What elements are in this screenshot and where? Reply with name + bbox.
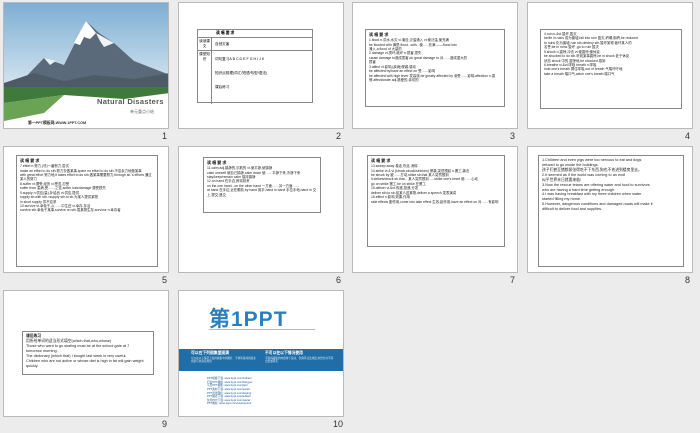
slide-number: 6 (336, 275, 342, 285)
slide-thumbnail-9[interactable]: 课后练习 用所给单词的适当形式填空(which,that,who,whose) … (3, 290, 169, 417)
presentation-subtitle: 单元重点小结 (130, 109, 154, 114)
col1-text: 可以在以下情况下使用模板中的图片、字体等素材的商业用途与非商业用途 (191, 357, 256, 364)
slide-number: 10 (333, 419, 344, 429)
slide-thumbnail-6[interactable]: 读 唱 要 求 11.calm adj.镇静的,沉着的 vt.使平静,使镇静 c… (178, 146, 344, 273)
slide-number: 2 (336, 131, 342, 141)
text-line: survive sth.幸免于某事,survive on sth.靠某物生存,s… (20, 208, 121, 213)
lesson-box: 课后练习 用所给单词的适当形式填空(which,that,who,whose) … (22, 331, 154, 375)
lesson-header: 读 唱 要 求 (371, 158, 391, 163)
row-value: 自然灾害 (215, 42, 230, 46)
lesson-box: 读 唱 要 求 13.sweep away 卷走,吹走,消除 14.strike… (367, 155, 505, 247)
footer-text: 第一PPT模板网-WWW.1PPT.COM (28, 121, 87, 125)
text-line: difficult to deliver food and supplies. (542, 207, 603, 212)
slide-number: 9 (162, 419, 168, 429)
row-value: 知识点梳理(词汇/短语/句型/语法) (215, 71, 268, 75)
slide-number: 1 (162, 131, 168, 141)
lesson-box: 1.Children and even pigs were too nervou… (538, 155, 684, 267)
slide-thumbnail-5[interactable]: 读 唱 要 求 7.effort n.努力,(尽)一番努力,尝试 make an… (3, 146, 169, 273)
lesson-header: 读 唱 要 求 (20, 158, 40, 163)
lesson-header: 读 唱 要 求 (369, 32, 389, 37)
text-line: side effects 副作用,come into take effect 生… (371, 199, 499, 204)
slide-number: 7 (510, 275, 516, 285)
lesson-table: 读 唱 要 求 读读课文 自然灾害 课堂知识 词句复习A B C D E F G… (197, 29, 313, 104)
slide-thumbnail-3[interactable]: 读 唱 要 求 1.flood n.洪水,水灾 vi.淹没,泛滥涌入 vt.使泛… (352, 2, 518, 129)
text-line: be affected with high fever 发高烧,be great… (369, 73, 496, 82)
slide-number: 5 (162, 275, 168, 285)
text-line: with great effort 努力地,it takes effort to… (20, 173, 152, 182)
logo: 第1PPT (209, 303, 319, 331)
table-header: 读 唱 要 求 (216, 31, 235, 35)
logo-text: 第1PPT (209, 308, 288, 331)
logo-underline (209, 329, 315, 330)
slide-number: 3 (510, 131, 516, 141)
col1-title: 可以在下列图集里图满 (191, 351, 229, 355)
table-row: 课堂知识 词句复习A B C D E F G H I J K 知识点梳理(词汇/… (198, 51, 312, 104)
presentation-title: Natural Disasters (97, 97, 164, 106)
slide-thumbnail-2[interactable]: 读 唱 要 求 读读课文 自然灾害 课堂知识 词句复习A B C D E F G… (178, 2, 344, 129)
slide-thumbnail-4[interactable]: 4.ruin n.&vt.毁坏,毁灭 be/lie in ruins 成为废墟,… (527, 2, 693, 129)
lesson-box: 4.ruin n.&vt.毁坏,毁灭 be/lie in ruins 成为废墟,… (540, 29, 682, 109)
text-line: take a breath 喘口气,catch one's breath 喘口气 (544, 71, 615, 76)
links-area: PPT模板下载: www.1ppt.com/moban/ 行业PPT模板: ww… (207, 377, 327, 409)
slide-thumbnail-10[interactable]: 第1PPT 可以在下列图集里图满 可以在以下情况下使用模板中的图片、字体等素材的… (178, 290, 344, 417)
row-value: 课后练习 (215, 85, 230, 89)
slide-number: 8 (685, 275, 691, 285)
table-row: 读读课文 自然灾害 (198, 37, 312, 51)
slide-thumbnail-7[interactable]: 读 唱 要 求 13.sweep away 卷走,吹走,消除 14.strike… (352, 146, 518, 273)
link-item[interactable]: PPT教程: www.1ppt.com/powerpoint/ (207, 402, 327, 406)
lesson-header: 读 唱 要 求 (207, 160, 227, 165)
text-line: at hand 在手边,近在眼前,by hand 用手,hand in hand… (207, 188, 317, 197)
slide-thumbnail-1[interactable]: Natural Disasters 单元重点小结 第一PPT模板网-WWW.1P… (3, 2, 169, 129)
row-label: 课堂知识 (198, 51, 212, 104)
slide-thumbnail-8[interactable]: 1.Children and even pigs were too nervou… (527, 146, 693, 273)
lesson-box: 读 唱 要 求 1.flood n.洪水,水灾 vi.淹没,泛滥涌入 vt.使泛… (365, 29, 505, 107)
row-value: 词句复习A B C D E F G H I J K (215, 57, 265, 61)
lesson-box: 读 唱 要 求 7.effort n.努力,(尽)一番努力,尝试 make an… (16, 155, 158, 267)
text-line: Children who are not active or whose die… (26, 358, 144, 368)
col2-title: 不可以在以下情况使用 (265, 351, 303, 355)
lesson-box: 读 唱 要 求 11.calm adj.镇静的,沉着的 vt.使平静,使镇静 c… (203, 157, 321, 213)
row-label: 读读课文 (198, 38, 212, 50)
col2-text: 不得将模板的内容用于反动、色情等违法用途,未经允许不得出售或转卖 (265, 357, 334, 364)
info-panel: 可以在下列图集里图满 可以在以下情况下使用模板中的图片、字体等素材的商业用途与非… (179, 349, 343, 371)
slide-number: 4 (685, 131, 691, 141)
